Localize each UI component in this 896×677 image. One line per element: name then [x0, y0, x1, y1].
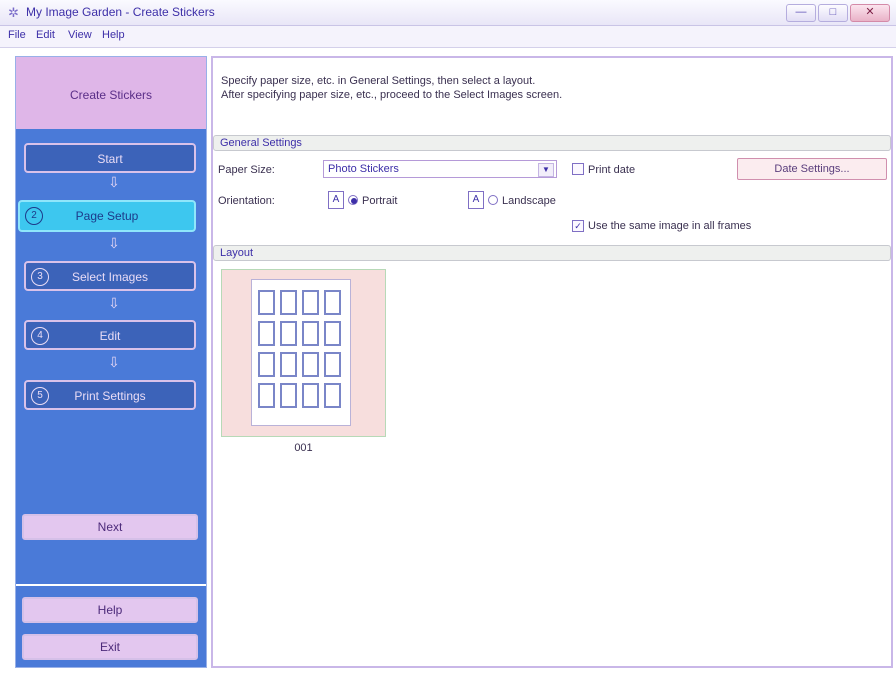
step-label: Edit	[99, 329, 121, 343]
paper-size-label: Paper Size:	[218, 164, 275, 176]
landscape-label: Landscape	[502, 195, 556, 207]
sticker-frame	[324, 383, 341, 408]
layout-label: 001	[294, 442, 313, 454]
sticker-frame	[280, 383, 297, 408]
close-button[interactable]: ✕	[850, 4, 890, 22]
sticker-frame	[302, 290, 319, 315]
step-label: Select Images	[71, 270, 149, 284]
instructions-line-1: Specify paper size, etc. in General Sett…	[221, 75, 536, 87]
sticker-frame	[258, 290, 275, 315]
print-date-checkbox[interactable]	[572, 163, 584, 175]
sticker-frame	[258, 383, 275, 408]
landscape-radio[interactable]	[488, 195, 498, 205]
down-arrow-icon: ⇩	[108, 235, 120, 251]
sticker-frame	[280, 321, 297, 346]
task-title: Create Stickers	[69, 88, 153, 102]
orientation-label: Orientation:	[218, 195, 275, 207]
step-label: Page Setup	[75, 209, 139, 223]
step-page-setup[interactable]: 2 Page Setup	[18, 200, 196, 232]
window-title: My Image Garden - Create Stickers	[26, 5, 215, 19]
menu-edit[interactable]: Edit	[36, 29, 55, 41]
down-arrow-icon: ⇩	[108, 174, 120, 190]
landscape-icon: A	[468, 191, 484, 209]
step-label: Start	[97, 152, 123, 166]
portrait-icon: A	[328, 191, 344, 209]
print-date-label: Print date	[588, 164, 636, 176]
sticker-frame	[302, 352, 319, 377]
sticker-frame	[258, 352, 275, 377]
maximize-button[interactable]: □	[818, 4, 848, 22]
step-start[interactable]: Start	[24, 143, 196, 173]
help-button[interactable]: Help	[22, 597, 198, 623]
instructions-line-2: After specifying paper size, etc., proce…	[221, 89, 563, 101]
menu-file[interactable]: File	[8, 29, 26, 41]
layout-header: Layout	[213, 245, 891, 261]
down-arrow-icon: ⇩	[108, 354, 120, 370]
app-icon: ✲	[8, 5, 19, 20]
exit-button[interactable]: Exit	[22, 634, 198, 660]
general-settings-header: General Settings	[213, 135, 891, 151]
portrait-label: Portrait	[362, 195, 398, 207]
down-arrow-icon: ⇩	[108, 295, 120, 311]
sticker-frame	[280, 352, 297, 377]
sticker-frame	[302, 383, 319, 408]
menu-help[interactable]: Help	[102, 29, 125, 41]
instructions: Specify paper size, etc. in General Sett…	[221, 74, 562, 102]
paper-size-select[interactable]: Photo Stickers ▼	[323, 160, 557, 178]
sticker-frame	[280, 290, 297, 315]
sticker-frame	[324, 321, 341, 346]
next-button[interactable]: Next	[22, 514, 198, 540]
menu-bar: File Edit View Help	[0, 26, 896, 48]
chevron-down-icon[interactable]: ▼	[538, 163, 554, 177]
step-print-settings[interactable]: 5 Print Settings	[24, 380, 196, 410]
date-settings-button[interactable]: Date Settings...	[737, 158, 887, 180]
sticker-frame	[258, 321, 275, 346]
same-image-label: Use the same image in all frames	[588, 220, 752, 232]
sticker-frame	[324, 290, 341, 315]
step-select-images[interactable]: 3 Select Images	[24, 261, 196, 291]
minimize-button[interactable]: —	[786, 4, 816, 22]
step-edit[interactable]: 4 Edit	[24, 320, 196, 350]
same-image-checkbox[interactable]: ✓	[572, 220, 584, 232]
sticker-frame	[324, 352, 341, 377]
sticker-frame	[302, 321, 319, 346]
portrait-radio[interactable]	[348, 195, 358, 205]
menu-view[interactable]: View	[68, 29, 92, 41]
paper-size-value: Photo Stickers	[328, 163, 399, 175]
step-label: Print Settings	[74, 389, 146, 403]
